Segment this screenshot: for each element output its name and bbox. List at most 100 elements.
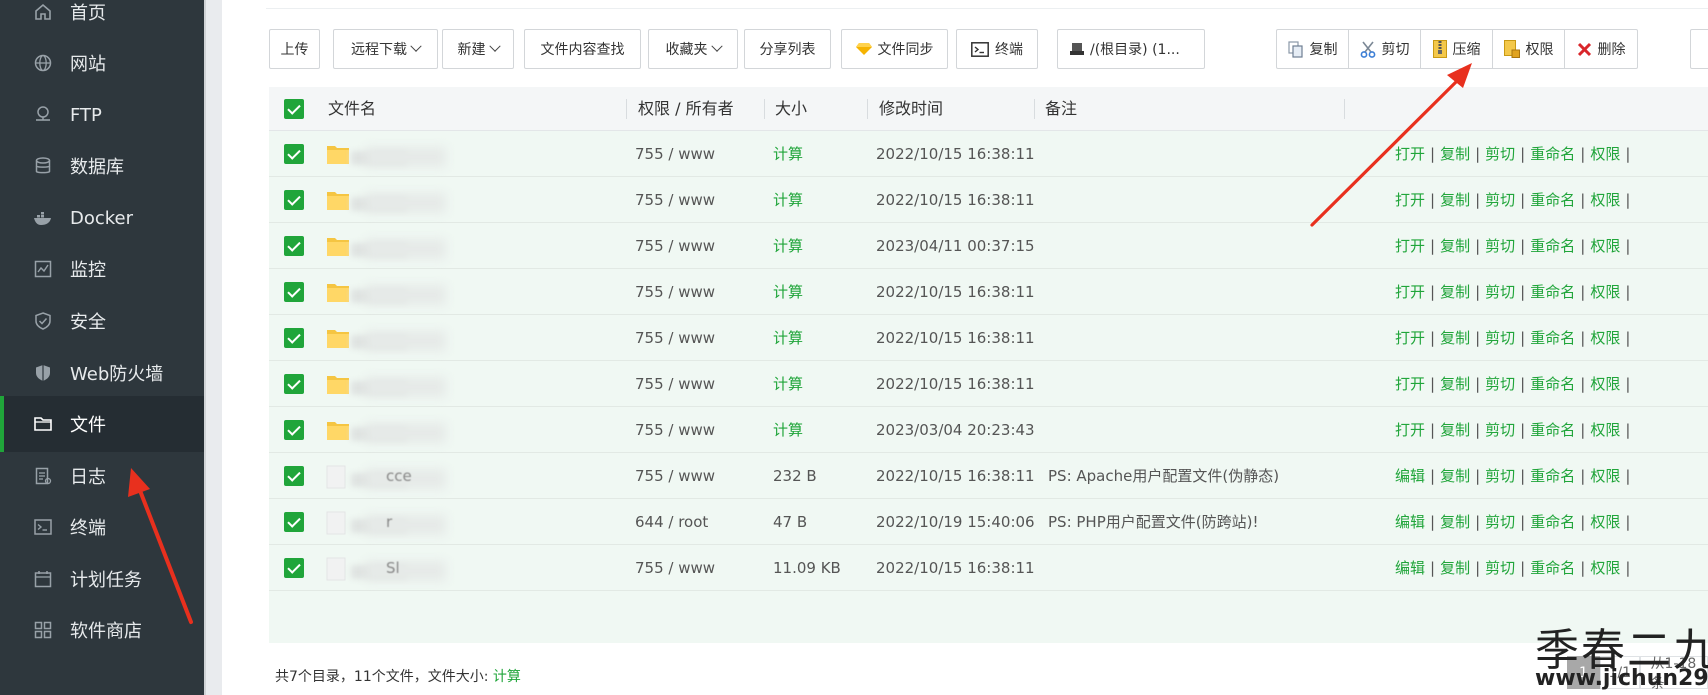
sidebar-item[interactable]: 计划任务 <box>0 551 204 607</box>
copy-link[interactable]: 复制 <box>1440 145 1470 163</box>
rename-link[interactable]: 重命名 <box>1530 559 1575 577</box>
content-search-button[interactable]: 文件内容查找 <box>524 29 641 69</box>
row-checkbox[interactable] <box>284 558 304 578</box>
sidebar-item[interactable]: 数据库 <box>0 138 204 194</box>
row-checkbox[interactable] <box>284 374 304 394</box>
table-row[interactable]: 755 / www 计算 2023/03/04 20:23:43 打开 | 复制 | 剪切 | 重… <box>269 407 1708 453</box>
rename-link[interactable]: 重命名 <box>1530 191 1575 209</box>
permission-link[interactable]: 权限 <box>1590 467 1620 485</box>
edit-link[interactable]: 编辑 <box>1395 467 1425 485</box>
file-size[interactable]: 计算 <box>773 177 803 223</box>
file-name[interactable] <box>326 187 446 217</box>
table-row[interactable]: 755 / www 计算 2022/10/15 16:38:11 打开 | 复制 | 剪切 | 重… <box>269 361 1708 407</box>
table-row[interactable]: 755 / www 计算 2023/04/11 00:37:15 打开 | 复制 | 剪切 | 重… <box>269 223 1708 269</box>
open-link[interactable]: 打开 <box>1395 191 1425 209</box>
row-checkbox[interactable] <box>284 190 304 210</box>
batch-delete-button[interactable]: 删除 <box>1565 30 1637 68</box>
new-button[interactable]: 新建 <box>442 29 514 69</box>
file-name[interactable] <box>326 233 446 263</box>
rename-link[interactable]: 重命名 <box>1530 421 1575 439</box>
file-note[interactable]: PS: Apache用户配置文件(伪静态) <box>1048 453 1279 499</box>
row-checkbox[interactable] <box>284 282 304 302</box>
permission-link[interactable]: 权限 <box>1590 513 1620 531</box>
file-size[interactable]: 计算 <box>773 407 803 453</box>
batch-permission-button[interactable]: 权限 <box>1493 30 1565 68</box>
rename-link[interactable]: 重命名 <box>1530 375 1575 393</box>
sidebar-item[interactable]: 文件 <box>0 396 204 452</box>
remote-download-button[interactable]: 远程下载 <box>333 29 438 69</box>
file-size[interactable]: 计算 <box>773 315 803 361</box>
row-checkbox[interactable] <box>284 466 304 486</box>
rename-link[interactable]: 重命名 <box>1530 329 1575 347</box>
header-mtime[interactable]: 修改时间 <box>879 87 943 131</box>
perm-owner[interactable]: 755 / www <box>635 453 715 499</box>
terminal-button[interactable]: 终端 <box>956 29 1038 69</box>
permission-link[interactable]: 权限 <box>1590 145 1620 163</box>
cut-link[interactable]: 剪切 <box>1485 283 1515 301</box>
file-sync-button[interactable]: 文件同步 <box>841 29 948 69</box>
file-size[interactable]: 计算 <box>773 269 803 315</box>
row-checkbox[interactable] <box>284 144 304 164</box>
file-name[interactable]: Sl <box>326 555 446 585</box>
file-note[interactable]: PS: PHP用户配置文件(防跨站)! <box>1048 499 1258 545</box>
table-row[interactable]: cce 755 / www 232 B 2022/10/15 16:38:11 PS: … <box>269 453 1708 499</box>
column-resize-handle[interactable] <box>1034 99 1035 119</box>
sidebar-item[interactable]: FTP <box>0 87 204 143</box>
header-perm[interactable]: 权限 / 所有者 <box>638 87 734 131</box>
cut-link[interactable]: 剪切 <box>1485 467 1515 485</box>
column-resize-handle[interactable] <box>1344 99 1345 119</box>
cut-link[interactable]: 剪切 <box>1485 145 1515 163</box>
row-checkbox[interactable] <box>284 328 304 348</box>
permission-link[interactable]: 权限 <box>1590 237 1620 255</box>
table-row[interactable]: Sl 755 / www 11.09 KB 2022/10/15 16:38:11 编辑… <box>269 545 1708 591</box>
file-name[interactable] <box>326 325 446 355</box>
sidebar-item[interactable]: 日志 <box>0 448 204 504</box>
cut-link[interactable]: 剪切 <box>1485 329 1515 347</box>
permission-link[interactable]: 权限 <box>1590 559 1620 577</box>
sidebar-item[interactable]: 监控 <box>0 241 204 297</box>
cut-link[interactable]: 剪切 <box>1485 375 1515 393</box>
copy-link[interactable]: 复制 <box>1440 467 1470 485</box>
sidebar-item[interactable]: Docker <box>0 190 204 246</box>
table-row[interactable]: 755 / www 计算 2022/10/15 16:38:11 打开 | 复制 | 剪切 | 重… <box>269 269 1708 315</box>
perm-owner[interactable]: 755 / www <box>635 407 715 453</box>
file-name[interactable]: cce <box>326 463 446 493</box>
file-name[interactable] <box>326 417 446 447</box>
column-resize-handle[interactable] <box>867 99 868 119</box>
header-size[interactable]: 大小 <box>775 87 807 131</box>
column-resize-handle[interactable] <box>626 99 627 119</box>
permission-link[interactable]: 权限 <box>1590 283 1620 301</box>
copy-link[interactable]: 复制 <box>1440 237 1470 255</box>
sidebar-item[interactable]: 安全 <box>0 293 204 349</box>
perm-owner[interactable]: 755 / www <box>635 269 715 315</box>
sidebar-item[interactable]: 首页 <box>0 0 204 40</box>
file-size[interactable]: 计算 <box>773 223 803 269</box>
rename-link[interactable]: 重命名 <box>1530 145 1575 163</box>
copy-link[interactable]: 复制 <box>1440 559 1470 577</box>
permission-link[interactable]: 权限 <box>1590 329 1620 347</box>
sidebar-item[interactable]: 终端 <box>0 499 204 555</box>
edit-link[interactable]: 编辑 <box>1395 513 1425 531</box>
copy-link[interactable]: 复制 <box>1440 191 1470 209</box>
file-name[interactable] <box>326 141 446 171</box>
rename-link[interactable]: 重命名 <box>1530 467 1575 485</box>
perm-owner[interactable]: 755 / www <box>635 177 715 223</box>
cut-link[interactable]: 剪切 <box>1485 559 1515 577</box>
cut-link[interactable]: 剪切 <box>1485 237 1515 255</box>
perm-owner[interactable]: 755 / www <box>635 315 715 361</box>
sidebar-item[interactable]: Web防火墙 <box>0 345 204 401</box>
column-resize-handle[interactable] <box>764 99 765 119</box>
batch-compress-button[interactable]: 压缩 <box>1421 30 1493 68</box>
perm-owner[interactable]: 644 / root <box>635 499 708 545</box>
copy-link[interactable]: 复制 <box>1440 513 1470 531</box>
cut-link[interactable]: 剪切 <box>1485 191 1515 209</box>
rename-link[interactable]: 重命名 <box>1530 513 1575 531</box>
row-checkbox[interactable] <box>284 236 304 256</box>
copy-link[interactable]: 复制 <box>1440 329 1470 347</box>
file-name[interactable] <box>326 279 446 309</box>
row-checkbox[interactable] <box>284 420 304 440</box>
cut-link[interactable]: 剪切 <box>1485 421 1515 439</box>
page-current[interactable]: 1 <box>1567 656 1600 689</box>
copy-link[interactable]: 复制 <box>1440 421 1470 439</box>
table-row[interactable]: 755 / www 计算 2022/10/15 16:38:11 打开 | 复制 | 剪切 | 重… <box>269 131 1708 177</box>
